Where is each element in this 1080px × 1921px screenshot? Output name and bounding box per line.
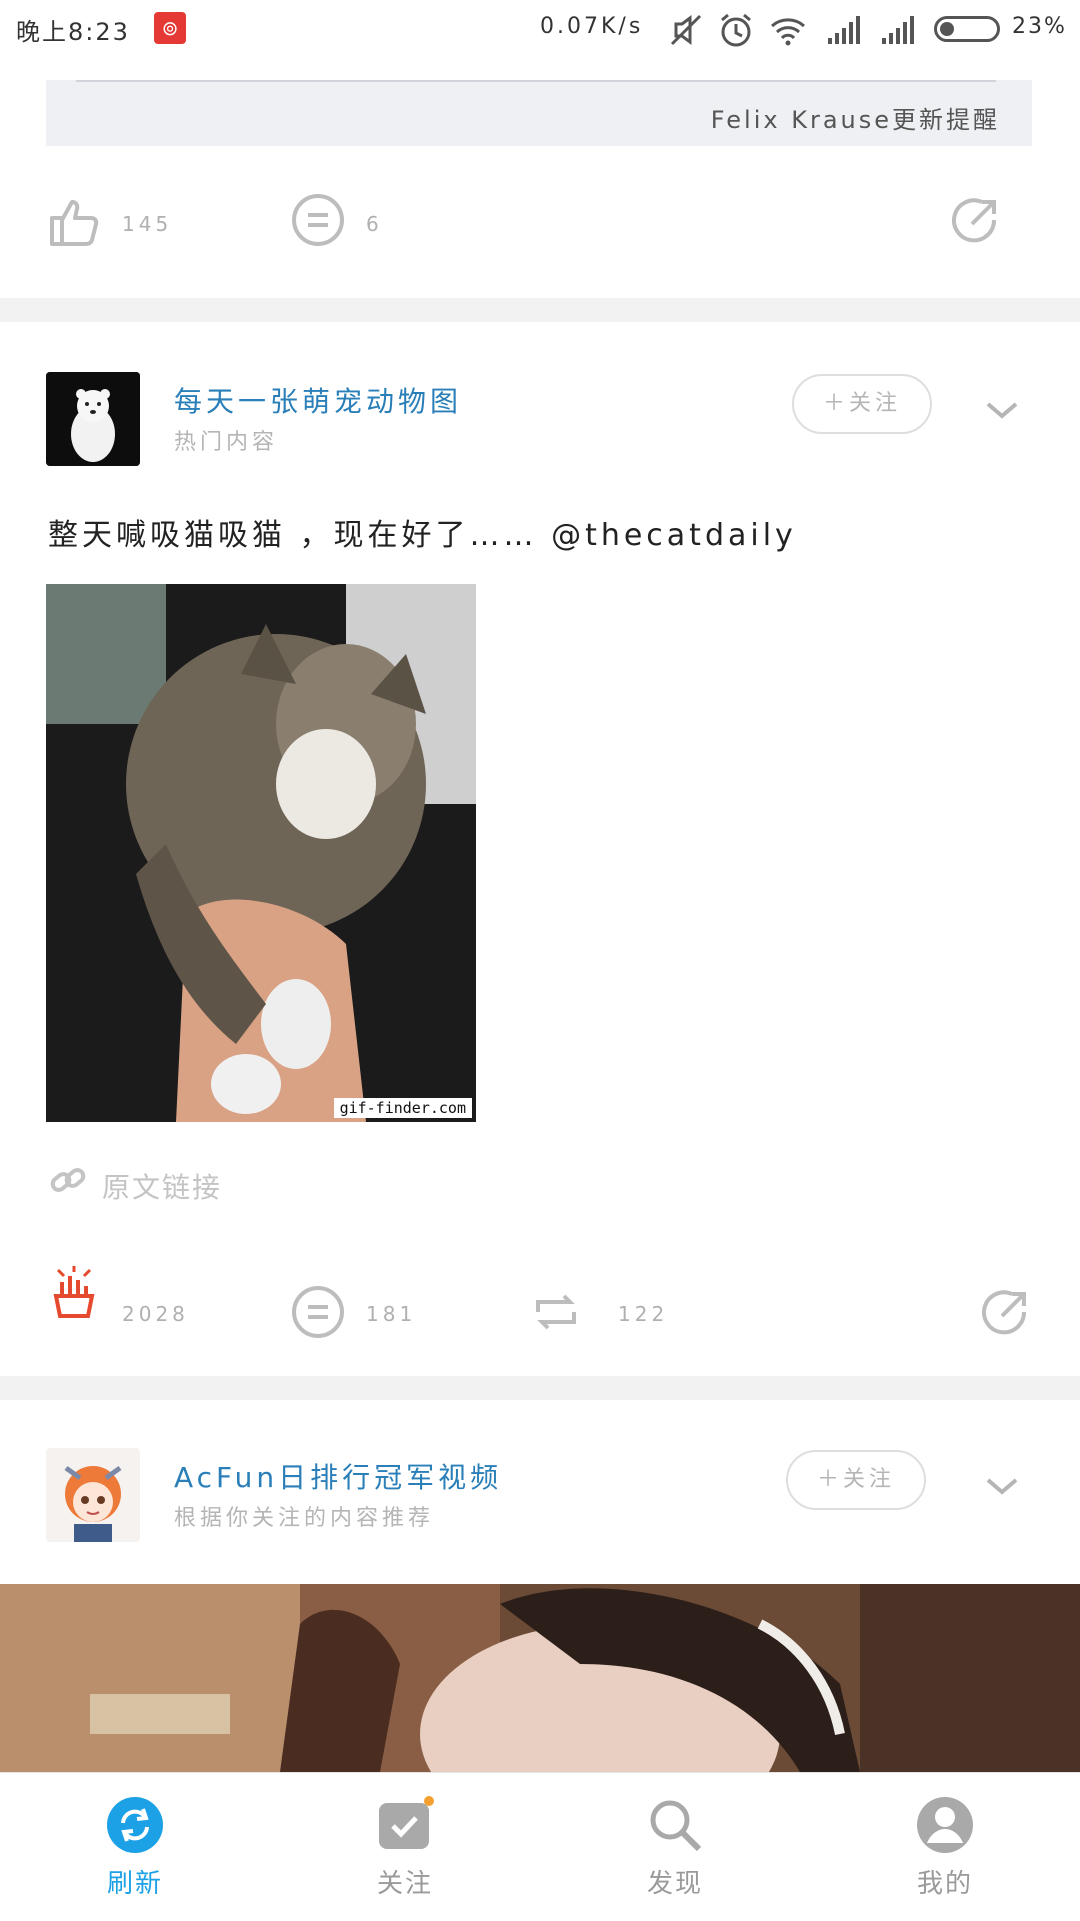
signal-icon — [878, 10, 918, 50]
source-name[interactable]: 每天一张萌宠动物图 — [174, 380, 462, 420]
chevron-down-icon[interactable] — [952, 1436, 1052, 1536]
source-subtitle: 热门内容 — [174, 430, 279, 455]
liked-hand-icon — [53, 1266, 95, 1318]
app-notification-icon: ⊚ — [154, 12, 186, 44]
source-avatar[interactable] — [46, 1448, 140, 1542]
post-title[interactable]: 整天喊吸猫吸猫 ，现在好了…… @thecatdaily — [48, 510, 1028, 554]
quoted-divider — [76, 80, 996, 82]
comment-button[interactable] — [288, 190, 348, 250]
share-icon — [952, 198, 997, 243]
source-subtitle: 根据你关注的内容推荐 — [174, 1506, 435, 1531]
source-name[interactable]: AcFun日排行冠军视频 — [174, 1456, 502, 1496]
bottom-tab-bar: 刷新 关注 发现 我的 — [0, 1772, 1080, 1920]
like-button[interactable] — [44, 190, 104, 250]
follow-button[interactable]: ＋关注 — [792, 374, 932, 434]
alarm-icon — [716, 10, 756, 50]
video-thumbnail[interactable] — [0, 1584, 1080, 1772]
signal-icon — [824, 10, 864, 50]
image-watermark: gif-finder.com — [333, 1098, 472, 1118]
network-speed: 0.07K/s — [540, 14, 644, 39]
search-icon — [645, 1795, 705, 1855]
tab-label: 我的 — [916, 1869, 973, 1899]
tab-discover[interactable]: 发现 — [565, 1773, 785, 1921]
tab-label: 刷新 — [106, 1869, 163, 1899]
anime-girl-avatar-image — [46, 1448, 140, 1542]
comment-count: 6 — [366, 212, 383, 236]
link-icon — [48, 1160, 88, 1200]
source-avatar[interactable] — [46, 372, 140, 466]
polar-bear-avatar-image — [46, 372, 140, 466]
share-button[interactable] — [946, 190, 1006, 250]
cat-photo — [46, 584, 476, 1122]
chevron-down-icon[interactable] — [952, 360, 1052, 460]
like-count: 2028 — [122, 1302, 189, 1326]
tab-refresh[interactable]: 刷新 — [25, 1773, 245, 1921]
quoted-source-text: Felix Krause更新提醒 — [710, 106, 1000, 134]
mute-icon — [666, 10, 706, 50]
post-image[interactable]: gif-finder.com — [46, 584, 476, 1122]
card-separator — [0, 298, 1080, 322]
tab-follow[interactable]: 关注 — [295, 1773, 515, 1921]
profile-icon — [915, 1795, 975, 1855]
repost-count: 122 — [618, 1302, 669, 1326]
video-frame-image — [0, 1584, 1080, 1772]
tab-label: 发现 — [646, 1869, 703, 1899]
refresh-icon — [105, 1795, 165, 1855]
original-link[interactable]: 原文链接 — [102, 1166, 222, 1206]
tab-label: 关注 — [376, 1869, 433, 1899]
repost-button[interactable] — [526, 1282, 586, 1342]
check-box-icon — [375, 1795, 435, 1855]
like-count: 145 — [122, 212, 173, 236]
repost-icon — [536, 1294, 576, 1330]
share-icon — [982, 1290, 1027, 1335]
comment-button[interactable] — [288, 1282, 348, 1342]
card-separator — [0, 1376, 1080, 1400]
comment-icon — [292, 194, 344, 246]
like-button-active[interactable] — [44, 1262, 104, 1322]
comment-count: 181 — [366, 1302, 417, 1326]
comment-icon — [292, 1286, 344, 1338]
battery-percent: 23% — [1012, 14, 1067, 39]
status-time: 晚上8:23 — [16, 18, 130, 46]
status-bar: 晚上8:23 ⊚ 0.07K/s 23% — [0, 0, 1080, 58]
wifi-icon — [768, 10, 808, 50]
follow-button[interactable]: ＋关注 — [786, 1450, 926, 1510]
share-button[interactable] — [976, 1282, 1036, 1342]
tab-profile[interactable]: 我的 — [835, 1773, 1055, 1921]
battery-icon — [934, 16, 1000, 42]
thumbs-up-icon — [50, 200, 99, 246]
